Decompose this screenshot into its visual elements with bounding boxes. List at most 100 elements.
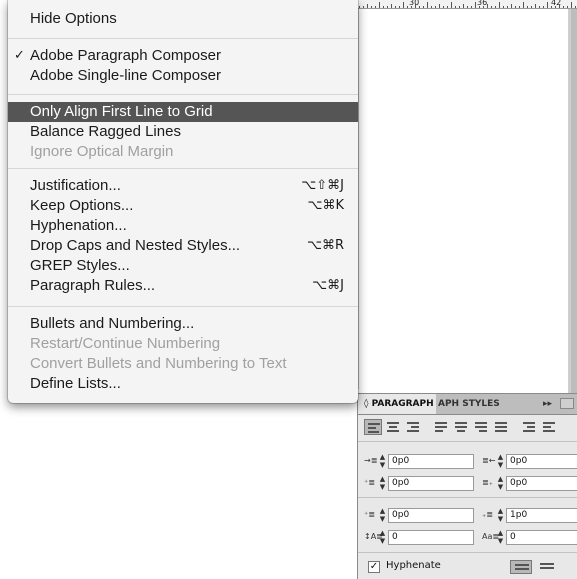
drop-cap-chars-stepper[interactable]: ▲ ▼ xyxy=(496,529,505,545)
left-indent-field[interactable]: 0p0 xyxy=(388,454,474,469)
ruler-tick xyxy=(559,4,560,8)
menu-item-convert-bullets[interactable]: Convert Bullets and Numbering to Text xyxy=(8,354,358,374)
ruler-tick xyxy=(491,6,492,8)
ruler-tick xyxy=(423,6,424,8)
align-towards-spine-icon[interactable] xyxy=(520,419,538,435)
hyphenate-checkbox[interactable]: ✓ xyxy=(368,561,380,573)
align-away-from-spine-icon[interactable] xyxy=(540,419,558,435)
panel-menu-icon[interactable] xyxy=(560,398,574,409)
drop-cap-chars-field[interactable]: 0 xyxy=(506,530,577,545)
first-line-indent-stepper[interactable]: ▲ ▼ xyxy=(378,475,387,491)
menu-item-bullets-numbering[interactable]: Bullets and Numbering... xyxy=(8,314,358,334)
ruler-tick xyxy=(451,2,452,8)
right-indent-stepper[interactable]: ▲ ▼ xyxy=(496,453,505,469)
ruler-tick xyxy=(387,6,388,8)
ruler-tick xyxy=(519,6,520,8)
ruler-tick xyxy=(379,2,380,8)
menu-item-restart-numbering[interactable]: Restart/Continue Numbering xyxy=(8,334,358,354)
paragraph-panel-menu: Hide Options ✓ Adobe Paragraph Composer … xyxy=(8,0,358,403)
pasteboard-strip xyxy=(571,9,577,409)
ruler-tick xyxy=(535,4,536,8)
align-to-baseline-grid-icon[interactable] xyxy=(536,560,558,574)
panel-divider xyxy=(358,497,577,498)
menu-item-ignore-optical-margin[interactable]: Ignore Optical Margin xyxy=(8,142,358,162)
drop-cap-lines-stepper[interactable]: ▲ ▼ xyxy=(378,529,387,545)
justify-center-icon[interactable] xyxy=(452,419,470,435)
shortcut-text: ⌥⌘J xyxy=(312,278,344,293)
space-before-field[interactable]: 0p0 xyxy=(388,508,474,523)
menu-item-keep-options[interactable]: Keep Options... ⌥⌘K xyxy=(8,196,358,216)
document-page[interactable] xyxy=(358,9,571,389)
alignment-buttons xyxy=(364,419,577,437)
ruler-tick xyxy=(459,6,460,8)
ruler-tick xyxy=(571,2,572,8)
shortcut-text: ⌥⌘K xyxy=(307,198,344,213)
align-left-icon[interactable] xyxy=(364,419,382,435)
last-line-indent-stepper[interactable]: ▲ ▼ xyxy=(496,475,505,491)
ruler-tick xyxy=(539,6,540,8)
menu-item-align-first-line-to-grid[interactable]: Only Align First Line to Grid xyxy=(8,102,358,122)
menu-item-balance-ragged-lines[interactable]: Balance Ragged Lines xyxy=(8,122,358,142)
align-center-icon[interactable] xyxy=(384,419,402,435)
ruler-tick xyxy=(399,6,400,8)
align-right-icon[interactable] xyxy=(404,419,422,435)
ruler-tick xyxy=(483,6,484,8)
drop-cap-lines-field[interactable]: 0 xyxy=(388,530,474,545)
menu-item-justification[interactable]: Justification... ⌥⇧⌘J xyxy=(8,176,358,196)
ruler-tick xyxy=(499,2,500,8)
ruler-tick xyxy=(407,6,408,8)
panel-divider xyxy=(358,441,577,442)
ruler-tick xyxy=(475,2,476,8)
do-not-align-grid-icon[interactable] xyxy=(510,560,532,574)
ruler-tick xyxy=(359,6,360,8)
justify-all-icon[interactable] xyxy=(492,419,510,435)
ruler-tick xyxy=(395,6,396,8)
expand-arrows-icon[interactable]: ▸▸ xyxy=(543,394,552,414)
ruler-tick xyxy=(435,6,436,8)
shortcut-text: ⌥⌘R xyxy=(306,238,344,253)
first-line-indent-field[interactable]: 0p0 xyxy=(388,476,474,491)
ruler-tick xyxy=(447,6,448,8)
ruler-tick xyxy=(543,6,544,8)
menu-item-hide-options[interactable]: Hide Options xyxy=(8,9,358,29)
menu-item-single-line-composer[interactable]: Adobe Single-line Composer xyxy=(8,66,358,86)
ruler-tick xyxy=(371,6,372,8)
menu-item-hyphenation[interactable]: Hyphenation... xyxy=(8,216,358,236)
last-line-indent-field[interactable]: 0p0 xyxy=(506,476,577,491)
ruler-tick xyxy=(511,4,512,8)
menu-item-grep-styles[interactable]: GREP Styles... xyxy=(8,256,358,276)
ruler-tick xyxy=(479,6,480,8)
ruler-tick xyxy=(551,6,552,8)
ruler-tick xyxy=(547,2,548,8)
ruler-tick xyxy=(391,4,392,8)
menu-separator xyxy=(8,94,358,95)
tab-paragraph-styles[interactable]: APH STYLES xyxy=(438,394,508,414)
ruler-tick xyxy=(427,2,428,8)
ruler-tick xyxy=(419,6,420,8)
ruler-tick xyxy=(471,6,472,8)
ruler-tick xyxy=(527,6,528,8)
tab-paragraph[interactable]: ◊ PARAGRAPH xyxy=(358,394,436,414)
ruler-tick xyxy=(495,6,496,8)
hyphenate-label: Hyphenate xyxy=(386,560,441,571)
shortcut-text: ⌥⇧⌘J xyxy=(301,178,344,193)
ruler-tick xyxy=(411,6,412,8)
menu-item-drop-caps[interactable]: Drop Caps and Nested Styles... ⌥⌘R xyxy=(8,236,358,256)
ruler-tick xyxy=(375,6,376,8)
left-indent-stepper[interactable]: ▲ ▼ xyxy=(378,453,387,469)
justify-left-icon[interactable] xyxy=(432,419,450,435)
horizontal-ruler[interactable]: 30 36 42 xyxy=(355,0,577,9)
justify-right-icon[interactable] xyxy=(472,419,490,435)
menu-item-paragraph-rules[interactable]: Paragraph Rules... ⌥⌘J xyxy=(8,276,358,296)
space-after-field[interactable]: 1p0 xyxy=(506,508,577,523)
right-indent-field[interactable]: 0p0 xyxy=(506,454,577,469)
space-after-stepper[interactable]: ▲ ▼ xyxy=(496,507,505,523)
ruler-tick xyxy=(575,6,576,8)
ruler-tick xyxy=(363,6,364,8)
ruler-tick xyxy=(503,6,504,8)
menu-item-define-lists[interactable]: Define Lists... xyxy=(8,374,358,394)
ruler-tick xyxy=(531,6,532,8)
ruler-tick xyxy=(563,6,564,8)
space-before-stepper[interactable]: ▲ ▼ xyxy=(378,507,387,523)
menu-item-paragraph-composer[interactable]: ✓ Adobe Paragraph Composer xyxy=(8,46,358,66)
